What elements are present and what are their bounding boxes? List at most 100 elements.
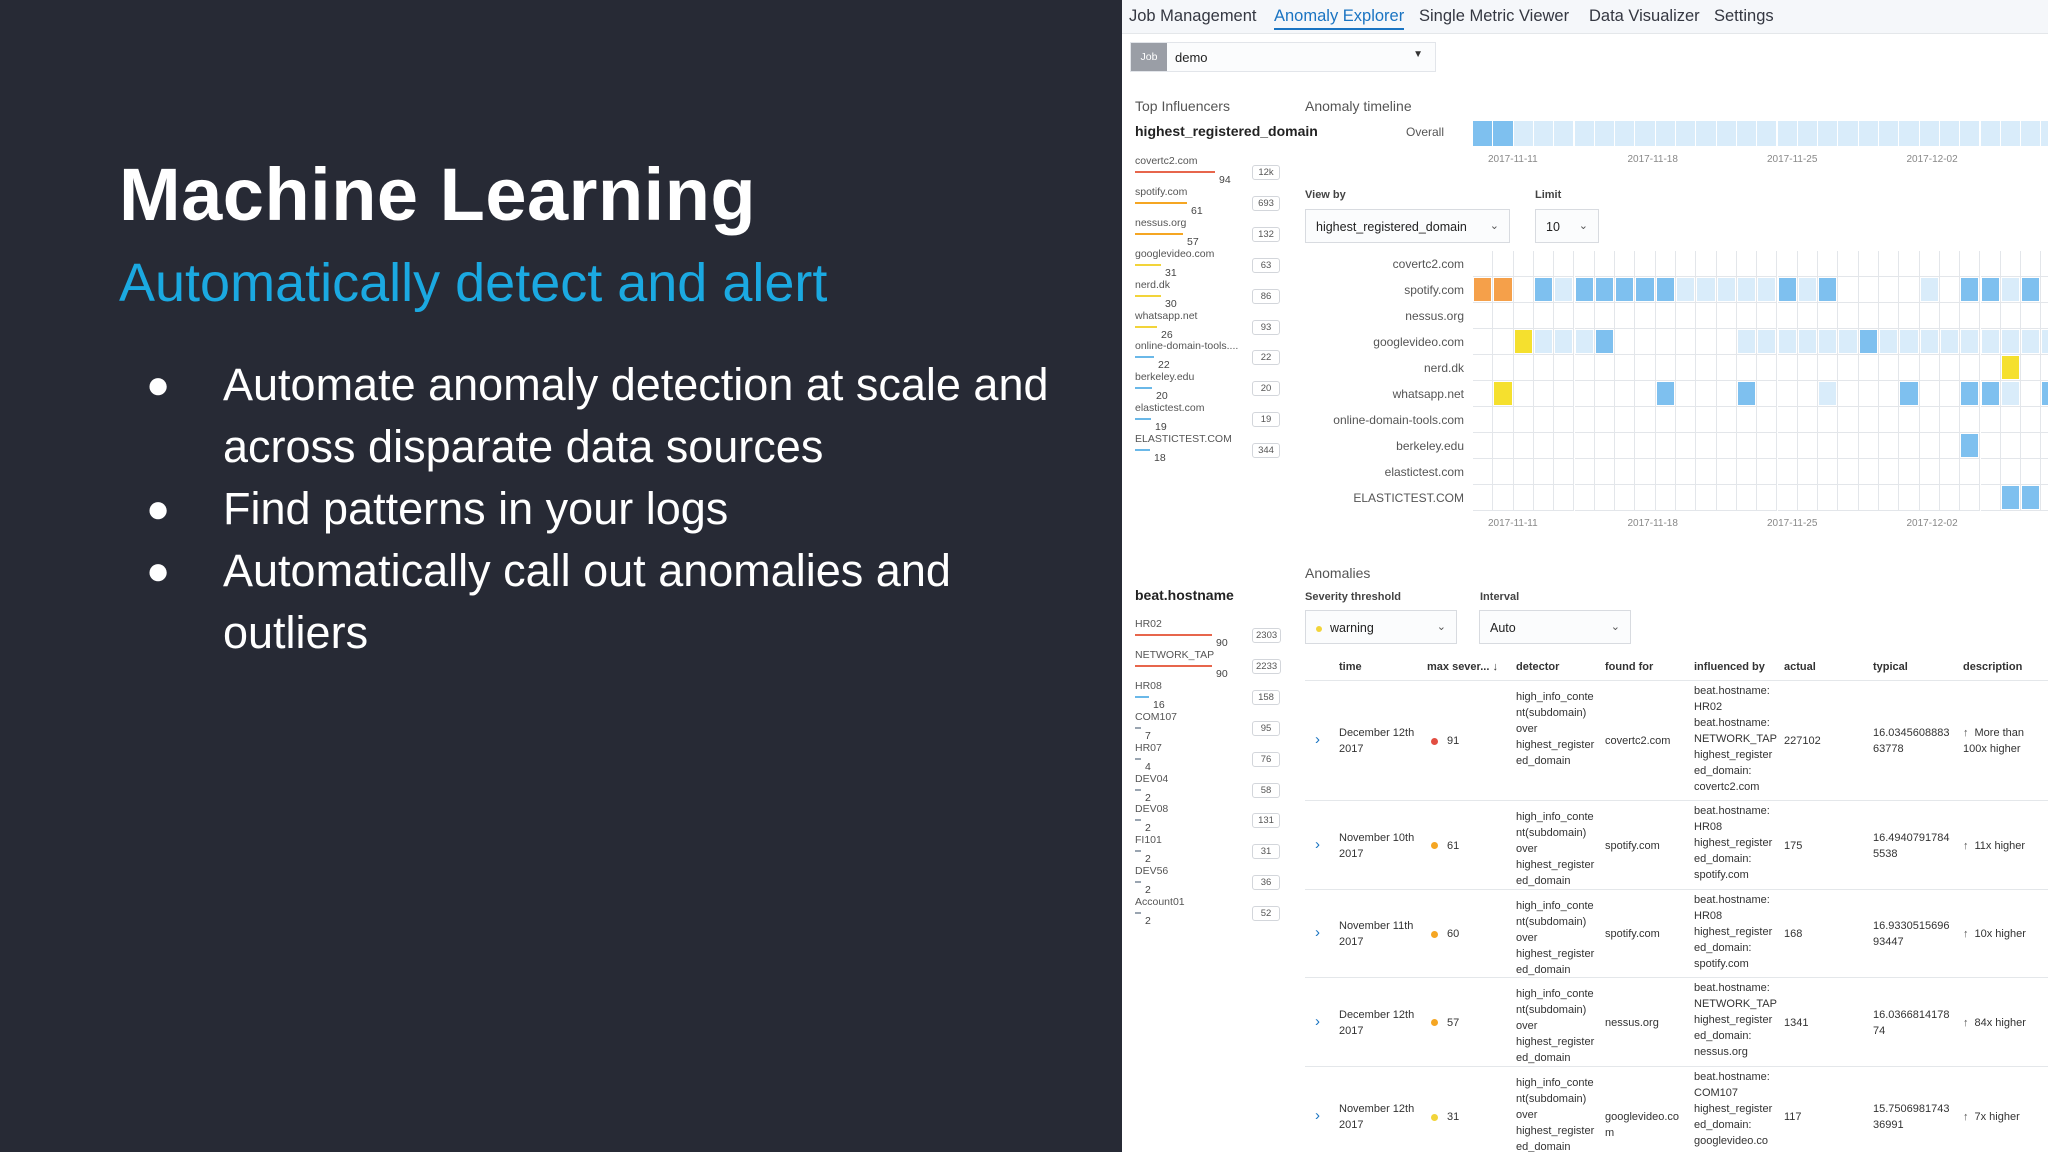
swimlane-cell[interactable]	[2000, 329, 2022, 355]
overall-cell[interactable]	[1879, 121, 1899, 146]
swimlane-cell[interactable]	[1777, 251, 1798, 277]
swimlane-cell[interactable]	[1980, 355, 2001, 381]
swimlane-cell[interactable]	[1879, 303, 1900, 329]
swimlane-cell[interactable]	[1899, 329, 1920, 355]
swimlane-cell[interactable]	[1533, 485, 1555, 511]
swimlane-cell[interactable]	[1919, 303, 1940, 329]
swimlane-cell[interactable]	[1655, 433, 1676, 459]
swimlane-cell[interactable]	[1655, 355, 1676, 381]
swimlane-cell[interactable]	[1939, 485, 1961, 511]
tab-single-metric-viewer[interactable]: Single Metric Viewer	[1419, 7, 1569, 26]
influencer-item[interactable]: Account01 2 52	[1135, 896, 1287, 936]
swimlane-cell[interactable]	[1879, 355, 1900, 381]
swimlane-cell[interactable]	[1473, 407, 1494, 433]
swimlane-cell[interactable]	[1635, 407, 1656, 433]
swimlane-cell[interactable]	[1716, 303, 1737, 329]
swimlane-cell[interactable]	[1879, 433, 1900, 459]
swimlane-cell[interactable]	[1615, 485, 1636, 511]
swimlane-cell[interactable]	[1818, 355, 1839, 381]
swimlane-cell[interactable]	[1960, 303, 1981, 329]
swimlane-cell[interactable]	[1777, 407, 1798, 433]
swimlane-cell[interactable]	[1980, 329, 2001, 355]
swimlane-cell[interactable]	[1473, 459, 1494, 485]
swimlane-cell[interactable]	[1615, 277, 1636, 303]
swimlane-cell[interactable]	[1818, 329, 1839, 355]
swimlane-cell[interactable]	[1655, 485, 1676, 511]
swimlane-cell[interactable]	[2021, 459, 2042, 485]
overall-cell[interactable]	[1473, 121, 1493, 146]
swimlane-cell[interactable]	[1818, 485, 1839, 511]
swimlane-cell[interactable]	[1797, 251, 1819, 277]
swimlane-cell[interactable]	[2041, 407, 2048, 433]
swimlane-cell[interactable]	[1473, 329, 1494, 355]
swimlane-cell[interactable]	[1960, 485, 1981, 511]
swimlane-cell[interactable]	[1939, 407, 1961, 433]
swimlane-cell[interactable]	[1939, 381, 1961, 407]
swimlane-cell[interactable]	[1594, 485, 1616, 511]
swimlane-cell[interactable]	[2000, 277, 2022, 303]
swimlane-cell[interactable]	[1493, 303, 1514, 329]
swimlane-cell[interactable]	[1594, 329, 1616, 355]
swimlane-cell[interactable]	[1879, 251, 1900, 277]
swimlane-cell[interactable]	[1473, 277, 1494, 303]
swimlane-cell[interactable]	[2021, 355, 2042, 381]
swimlane-cell[interactable]	[1696, 381, 1717, 407]
swimlane-cell[interactable]	[1939, 329, 1961, 355]
swimlane-cell[interactable]	[1493, 355, 1514, 381]
swimlane-cell[interactable]	[2000, 251, 2022, 277]
expand-chevron-icon[interactable]: ›	[1315, 731, 1320, 748]
swimlane-cell[interactable]	[1635, 433, 1656, 459]
swimlane-cell[interactable]	[1939, 251, 1961, 277]
swimlane-cell[interactable]	[2041, 485, 2048, 511]
swimlane-cell[interactable]	[1838, 251, 1859, 277]
swimlane-cell[interactable]	[1919, 277, 1940, 303]
swimlane-cell[interactable]	[1676, 433, 1697, 459]
expand-chevron-icon[interactable]: ›	[1315, 1107, 1320, 1124]
swimlane-cell[interactable]	[1879, 329, 1900, 355]
swimlane-cell[interactable]	[1777, 381, 1798, 407]
swimlane-cell[interactable]	[1818, 303, 1839, 329]
overall-cell[interactable]	[2021, 121, 2041, 146]
swimlane-cell[interactable]	[1615, 329, 1636, 355]
swimlane-cell[interactable]	[1513, 355, 1534, 381]
swimlane-cell[interactable]	[2000, 303, 2022, 329]
swimlane-cell[interactable]	[1716, 407, 1737, 433]
swimlane-cell[interactable]	[1513, 407, 1534, 433]
column-header-typical[interactable]: typical	[1873, 661, 1908, 673]
column-header-found-for[interactable]: found for	[1605, 661, 1653, 673]
swimlane-cell[interactable]	[1757, 485, 1778, 511]
swimlane-cell[interactable]	[1533, 407, 1555, 433]
swimlane-cell[interactable]	[1757, 381, 1778, 407]
swimlane-cell[interactable]	[1696, 433, 1717, 459]
swimlane-cell[interactable]	[1858, 459, 1879, 485]
swimlane-cell[interactable]	[1696, 407, 1717, 433]
swimlane-cell[interactable]	[1757, 277, 1778, 303]
swimlane-cell[interactable]	[2021, 329, 2042, 355]
job-selector[interactable]: Job demo ▼	[1130, 42, 1436, 72]
swimlane-cell[interactable]	[1513, 303, 1534, 329]
swimlane-cell[interactable]	[1716, 485, 1737, 511]
swimlane-cell[interactable]	[1838, 329, 1859, 355]
swimlane-cell[interactable]	[1838, 277, 1859, 303]
swimlane-cell[interactable]	[2041, 355, 2048, 381]
swimlane-cell[interactable]	[1919, 381, 1940, 407]
swimlane-cell[interactable]	[1980, 459, 2001, 485]
swimlane-cell[interactable]	[1676, 303, 1697, 329]
column-header-detector[interactable]: detector	[1516, 661, 1559, 673]
swimlane-cell[interactable]	[1655, 329, 1676, 355]
swimlane-cell[interactable]	[1655, 303, 1676, 329]
overall-cell[interactable]	[1818, 121, 1838, 146]
swimlane-cell[interactable]	[1980, 303, 2001, 329]
swimlane-cell[interactable]	[1838, 303, 1859, 329]
swimlane-cell[interactable]	[1899, 407, 1920, 433]
overall-cell[interactable]	[1939, 121, 1960, 146]
tab-settings[interactable]: Settings	[1714, 7, 1774, 26]
swimlane-cell[interactable]	[1838, 485, 1859, 511]
swimlane-cell[interactable]	[1899, 355, 1920, 381]
swimlane-cell[interactable]	[1574, 381, 1595, 407]
swimlane-cell[interactable]	[1777, 433, 1798, 459]
swimlane-cell[interactable]	[1818, 277, 1839, 303]
swimlane-cell[interactable]	[1635, 251, 1656, 277]
swimlane-cell[interactable]	[1777, 459, 1798, 485]
swimlane-cell[interactable]	[1554, 381, 1575, 407]
